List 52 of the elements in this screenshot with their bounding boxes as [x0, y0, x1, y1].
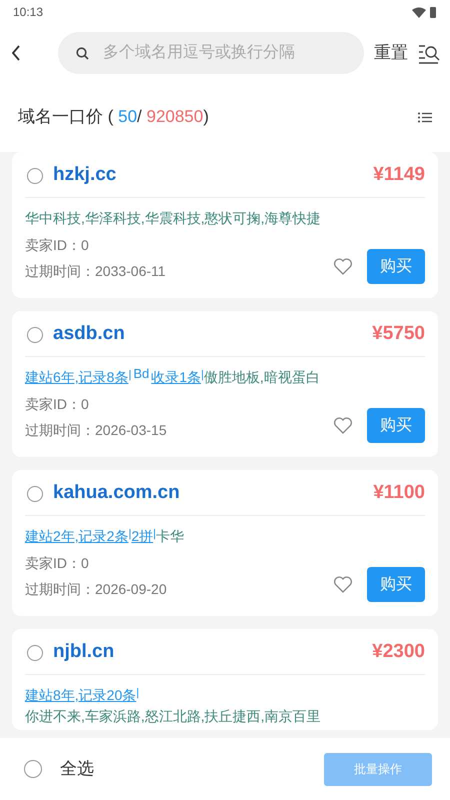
select-all-label[interactable]: 全选 — [60, 756, 94, 782]
battery-icon — [430, 6, 436, 18]
superscript-label: Bd — [133, 366, 150, 381]
filter-search-icon[interactable] — [418, 42, 440, 64]
price: ¥2300 — [372, 640, 425, 664]
domain-name[interactable]: hzkj.cc — [53, 161, 116, 190]
search-bar[interactable]: 多个域名用逗号或换行分隔 — [58, 32, 364, 74]
seller-id: 卖家ID：0 — [25, 395, 90, 414]
separator: | — [128, 528, 132, 540]
select-radio[interactable] — [27, 486, 43, 502]
search-field[interactable]: 多个域名用逗号或换行分隔 — [101, 40, 346, 66]
heart-icon[interactable] — [333, 416, 353, 435]
select-radio[interactable] — [27, 326, 43, 342]
seller-id: 卖家ID：0 — [25, 236, 90, 255]
price: ¥5750 — [372, 322, 425, 346]
separator: | — [153, 528, 156, 540]
expiry-date: 过期时间：2026-03-15 — [25, 421, 167, 440]
tag-link[interactable]: 建站8年,记录20条 — [25, 687, 136, 703]
seller-id: 卖家ID：0 — [25, 554, 90, 573]
back-icon — [12, 44, 20, 61]
search-icon — [76, 46, 89, 60]
tag-link[interactable]: 建站2年,记录2条 — [25, 528, 128, 544]
heart-icon[interactable] — [333, 257, 353, 276]
tag-text: 卡华 — [156, 528, 184, 544]
separator: | — [201, 369, 204, 381]
expiry-date: 过期时间：2033-06-11 — [25, 262, 166, 281]
tag-link[interactable]: 收录1条 — [151, 369, 202, 385]
list-view-icon[interactable] — [418, 112, 432, 122]
list-title: 域名一口价 ( 50/ 920850) — [18, 106, 209, 128]
select-radio[interactable] — [27, 644, 43, 660]
separator: | — [128, 369, 132, 381]
select-all-radio[interactable] — [24, 760, 42, 778]
domain-name[interactable]: kahua.com.cn — [53, 479, 180, 508]
domain-name[interactable]: njbl.cn — [53, 638, 114, 667]
price: ¥1100 — [373, 481, 425, 506]
buy-button[interactable]: 购买 — [367, 567, 425, 602]
tag-text: 傲胜地板,暗视蛋白 — [204, 369, 320, 385]
status-time: 10:13 — [13, 4, 44, 21]
reset-button[interactable]: 重置 — [374, 40, 408, 66]
expiry-date: 过期时间：2026-09-20 — [25, 580, 167, 599]
buy-button[interactable]: 购买 — [367, 249, 425, 284]
domain-name[interactable]: asdb.cn — [53, 320, 125, 349]
tag-link[interactable]: 2拼 — [131, 528, 154, 544]
buy-button[interactable]: 购买 — [367, 408, 425, 443]
tag-text: 你进不来,车家浜路,怒江北路,扶丘捷西,南京百里 — [25, 707, 322, 726]
heart-icon[interactable] — [333, 575, 353, 594]
price: ¥1149 — [373, 163, 425, 188]
tag-link[interactable]: 建站6年,记录8条 — [25, 369, 128, 385]
separator: | — [136, 687, 140, 699]
tag-text: 华中科技,华泽科技,华震科技,憨状可掬,海尊快捷 — [25, 210, 321, 226]
select-radio[interactable] — [27, 168, 43, 184]
wifi-icon — [412, 6, 426, 18]
